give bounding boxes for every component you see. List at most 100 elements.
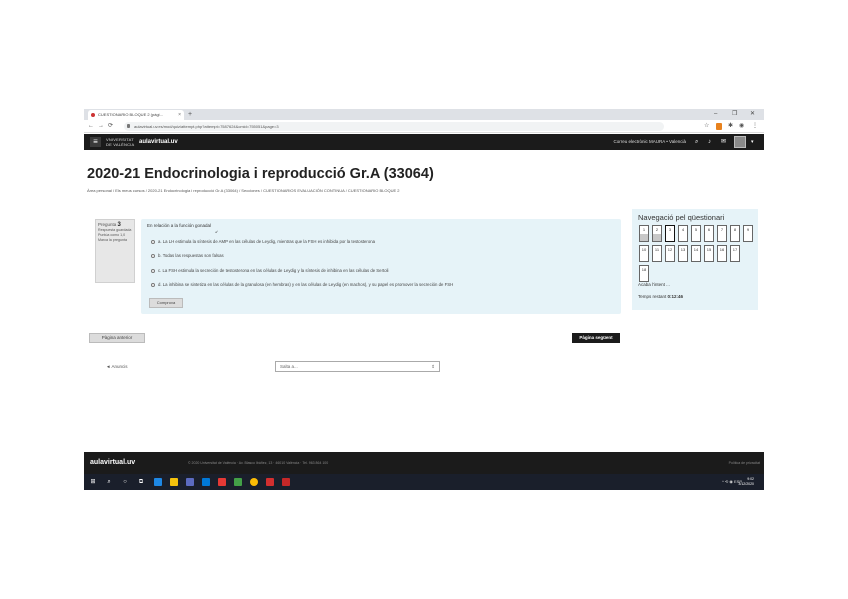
site-header: ≡ VNIVERSITAT DE VALÈNCIA aulavirtual.uv… bbox=[84, 134, 764, 150]
task-view-icon[interactable]: ⧉ bbox=[136, 477, 146, 487]
lock-icon bbox=[127, 124, 130, 128]
browser-tab-strip: CUESTIONARIO BLOQUE 2 (pàgi... × + – ❐ ✕ bbox=[84, 109, 764, 120]
previous-page-button[interactable]: Pàgina anterior bbox=[89, 333, 145, 343]
user-avatar[interactable] bbox=[734, 136, 746, 148]
quiz-nav-question[interactable]: 11 bbox=[652, 245, 662, 262]
quiz-nav-question[interactable]: 16 bbox=[717, 245, 727, 262]
os-taskbar: ⊞ ⌕ ○ ⧉ ^ ⟲ ◉ ESP 9:02 3/12/2020 bbox=[84, 474, 764, 490]
bookmark-star-icon[interactable]: ☆ bbox=[704, 120, 709, 133]
quiz-nav-title: Navegació pel qüestionari bbox=[638, 213, 725, 222]
question-content: En relación a la función gonadal ↙ a. La… bbox=[141, 219, 621, 314]
radio-button[interactable] bbox=[151, 282, 155, 287]
app-icon[interactable] bbox=[234, 478, 242, 486]
browser-toolbar: ← → ⟳ aulavirtual.uv.es/mod/quiz/attempt… bbox=[84, 120, 764, 133]
mail-icon[interactable] bbox=[202, 478, 210, 486]
answer-option-label: b. Todas las respuestas son falsas bbox=[158, 253, 224, 258]
favicon-icon bbox=[91, 113, 95, 117]
answer-option-label: a. La LH estimula la síntesis de AMP en … bbox=[158, 239, 376, 244]
extensions-puzzle-icon[interactable]: ✱ bbox=[728, 120, 733, 133]
finish-attempt-link[interactable]: Acaba l'intent ... bbox=[638, 282, 670, 287]
jump-to-select-value: Salta a... bbox=[280, 364, 298, 369]
answer-option-b[interactable]: b. Todas las respuestas son falsas bbox=[151, 253, 224, 258]
answer-option-a[interactable]: a. La LH estimula la síntesis de AMP en … bbox=[151, 239, 375, 244]
forward-icon[interactable]: → bbox=[98, 120, 104, 133]
drawer-menu-icon[interactable]: ≡ bbox=[90, 137, 101, 147]
app-icon[interactable] bbox=[218, 478, 226, 486]
quiz-nav-question[interactable]: 6 bbox=[704, 225, 714, 242]
address-bar[interactable]: aulavirtual.uv.es/mod/quiz/attempt.php?a… bbox=[124, 122, 664, 131]
check-button[interactable]: Comprova bbox=[149, 298, 183, 308]
quiz-nav-question[interactable]: 3 bbox=[665, 225, 675, 242]
quiz-nav-question[interactable]: 9 bbox=[743, 225, 753, 242]
quiz-nav-question[interactable]: 17 bbox=[730, 245, 740, 262]
clock-date: 3/12/2020 bbox=[738, 482, 754, 486]
search-icon[interactable]: ⌕ bbox=[104, 477, 114, 487]
tab-close-icon[interactable]: × bbox=[178, 110, 181, 120]
quiz-nav-question[interactable]: 7 bbox=[717, 225, 727, 242]
acrobat-icon[interactable] bbox=[282, 478, 290, 486]
reload-icon[interactable]: ⟳ bbox=[108, 120, 113, 133]
answer-option-label: d. La inhibina se sintetiza en las célul… bbox=[158, 282, 454, 287]
chrome-icon[interactable] bbox=[250, 478, 258, 486]
edge-icon[interactable] bbox=[154, 478, 162, 486]
question-text: En relación a la función gonadal bbox=[147, 223, 212, 228]
quiz-nav-question[interactable]: 1 bbox=[639, 225, 649, 242]
cortana-icon[interactable]: ○ bbox=[120, 477, 130, 487]
question-label: Pregunta bbox=[98, 222, 117, 227]
browser-tab[interactable]: CUESTIONARIO BLOQUE 2 (pàgi... × bbox=[88, 110, 184, 120]
quiz-nav-question[interactable]: 8 bbox=[730, 225, 740, 242]
quiz-nav-question[interactable]: 15 bbox=[704, 245, 714, 262]
profile-icon[interactable]: ◉ bbox=[739, 120, 744, 133]
footer-privacy-link[interactable]: Política de privacitat bbox=[729, 452, 760, 474]
windows-start-icon[interactable]: ⊞ bbox=[88, 477, 98, 487]
messages-icon[interactable]: ✉ bbox=[721, 134, 726, 150]
site-brand[interactable]: aulavirtual.uv bbox=[139, 134, 178, 150]
quiz-nav-question[interactable]: 5 bbox=[691, 225, 701, 242]
back-icon[interactable]: ← bbox=[88, 120, 94, 133]
maximize-icon[interactable]: ❐ bbox=[732, 109, 737, 120]
answer-option-c[interactable]: c. La FSH estimula la secreción de testo… bbox=[151, 268, 389, 273]
answer-option-label: c. La FSH estimula la secreción de testo… bbox=[158, 268, 389, 273]
timer-value: 0:12:46 bbox=[667, 294, 684, 299]
powerpoint-icon[interactable] bbox=[266, 478, 274, 486]
taskbar-clock[interactable]: 9:02 3/12/2020 bbox=[738, 477, 754, 487]
uv-logo-line2: DE VALÈNCIA bbox=[106, 142, 135, 147]
radio-button[interactable] bbox=[151, 268, 155, 273]
uv-logo[interactable]: VNIVERSITAT DE VALÈNCIA bbox=[106, 137, 134, 147]
search-icon[interactable]: ⌕ bbox=[695, 134, 698, 150]
footer-brand: aulavirtual.uv bbox=[90, 459, 136, 466]
radio-button[interactable] bbox=[151, 239, 155, 244]
previous-activity-link[interactable]: ◄ Anuncis bbox=[106, 364, 127, 369]
store-icon[interactable] bbox=[186, 478, 194, 486]
quiz-nav-question[interactable]: 10 bbox=[639, 245, 649, 262]
quiz-nav-question[interactable]: 14 bbox=[691, 245, 701, 262]
header-user-links[interactable]: Correu electrònic MAURA • Valencià bbox=[613, 134, 686, 150]
select-caret-icon: ⇕ bbox=[431, 364, 435, 369]
page-title: 2020-21 Endocrinologia i reproducció Gr.… bbox=[87, 166, 434, 182]
quiz-timer: Temps restant 0:12:46 bbox=[638, 294, 683, 299]
user-menu-chevron-icon[interactable]: ▾ bbox=[751, 134, 754, 150]
quiz-navigation-panel: Navegació pel qüestionari 1 2 3 4 5 6 7 … bbox=[632, 209, 758, 310]
flag-question-link[interactable]: Marca la pregunta bbox=[98, 238, 132, 243]
answer-option-d[interactable]: d. La inhibina se sintetiza en las célul… bbox=[151, 282, 453, 287]
breadcrumb[interactable]: Àrea personal / Els meus cursos / 2020-2… bbox=[87, 188, 400, 193]
minimize-icon[interactable]: – bbox=[714, 109, 717, 120]
footer-text: © 2020 Universitat de València · Av. Bla… bbox=[188, 461, 329, 465]
extension-icon[interactable] bbox=[716, 123, 722, 130]
menu-kebab-icon[interactable]: ⋮ bbox=[752, 120, 758, 133]
notifications-bell-icon[interactable]: ♪ bbox=[708, 134, 711, 150]
jump-to-select[interactable]: Salta a... ⇕ bbox=[275, 361, 440, 372]
quiz-nav-question[interactable]: 18 bbox=[639, 265, 649, 282]
next-page-button[interactable]: Pàgina següent bbox=[572, 333, 620, 343]
quiz-nav-question[interactable]: 2 bbox=[652, 225, 662, 242]
close-window-icon[interactable]: ✕ bbox=[750, 109, 755, 120]
screenshot-frame: CUESTIONARIO BLOQUE 2 (pàgi... × + – ❐ ✕… bbox=[84, 109, 764, 490]
quiz-nav-question[interactable]: 13 bbox=[678, 245, 688, 262]
radio-button[interactable] bbox=[151, 253, 155, 258]
timer-label: Temps restant bbox=[638, 294, 667, 299]
quiz-nav-question[interactable]: 12 bbox=[665, 245, 675, 262]
new-tab-button[interactable]: + bbox=[188, 110, 192, 119]
quiz-nav-question[interactable]: 4 bbox=[678, 225, 688, 242]
file-explorer-icon[interactable] bbox=[170, 478, 178, 486]
tab-title: CUESTIONARIO BLOQUE 2 (pàgi... bbox=[98, 112, 163, 117]
